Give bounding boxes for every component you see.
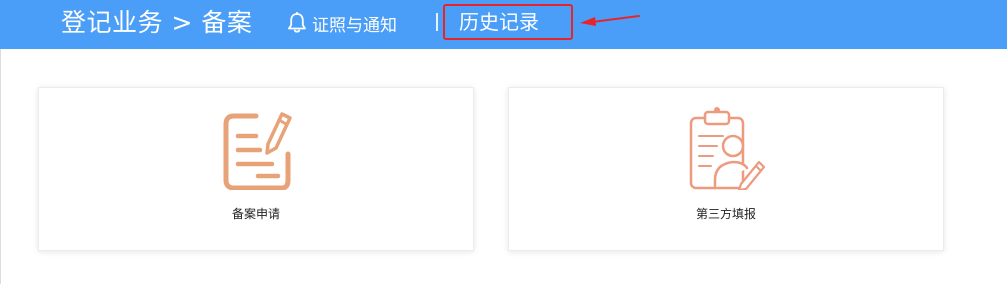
history-tab-label: 历史记录 (459, 10, 539, 34)
clipboard-person-icon (689, 107, 766, 190)
bell-icon (288, 12, 306, 33)
filing-application-label: 备案申请 (231, 207, 280, 221)
third-party-filling-card[interactable]: 第三方填报 (508, 87, 944, 251)
red-arrow-annotation (580, 15, 640, 26)
top-header: 登记业务 > 备案 证照与通知 历史记录 (0, 0, 1007, 49)
header-divider (436, 13, 438, 31)
third-party-filling-label: 第三方填报 (695, 207, 756, 221)
notice-link-label: 证照与通知 (312, 15, 397, 36)
history-tab[interactable]: 历史记录 (443, 4, 573, 40)
document-edit-icon (223, 112, 292, 190)
filing-application-card[interactable]: 备案申请 (38, 87, 474, 251)
notice-link[interactable]: 证照与通知 (287, 8, 397, 38)
breadcrumb-title: 登记业务 > 备案 (61, 8, 253, 37)
